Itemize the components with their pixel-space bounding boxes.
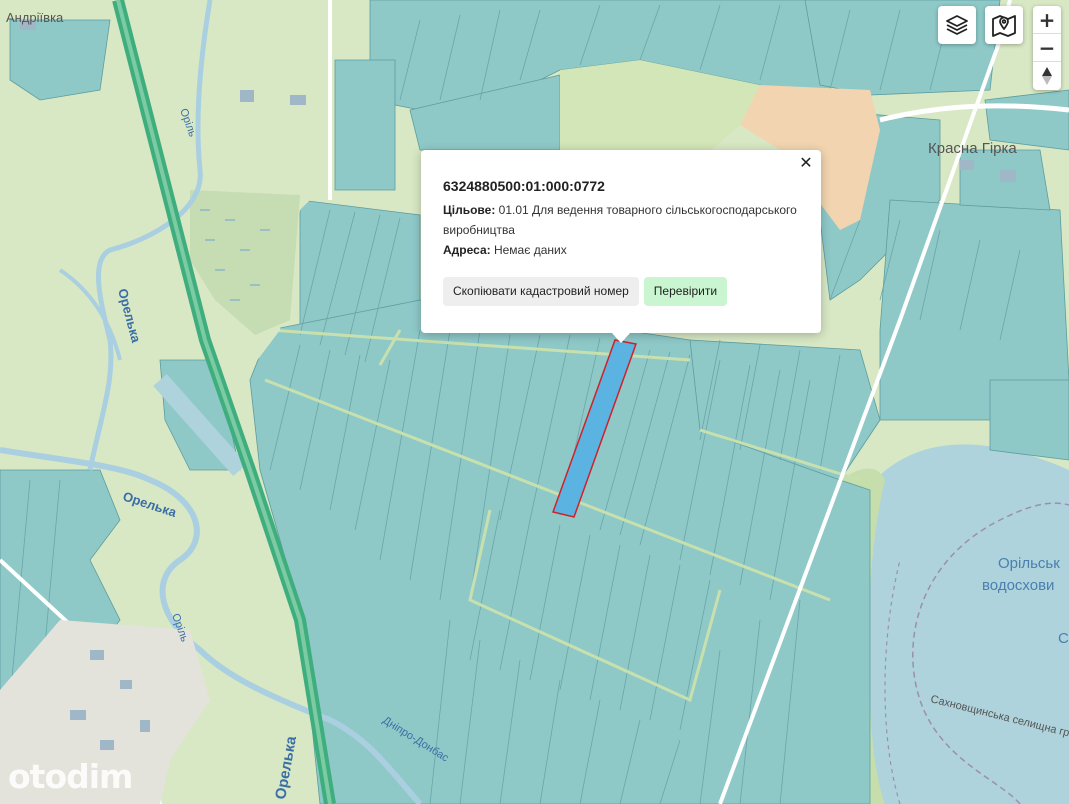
cadastral-number: 6324880500:01:000:0772 xyxy=(443,178,605,194)
copy-cadastral-button[interactable]: Скопіювати кадастровий номер xyxy=(443,277,639,306)
compass-icon xyxy=(1042,67,1052,85)
popup-actions: Скопіювати кадастровий номер Перевірити xyxy=(443,277,728,306)
layers-icon xyxy=(946,15,968,35)
map-canvas[interactable]: Андріївка Красна Гірка Оріль Орелька Оре… xyxy=(0,0,1069,804)
label-village-right: Красна Гірка xyxy=(928,140,1017,157)
label-reservoir-1: Орільськ xyxy=(998,555,1060,572)
popup-tip xyxy=(611,332,631,343)
compass-button[interactable] xyxy=(1033,62,1061,90)
close-icon[interactable]: ✕ xyxy=(797,154,815,172)
map-view-button[interactable] xyxy=(985,6,1023,44)
purpose-row: Цільове: 01.01 Для ведення товарного сіл… xyxy=(443,200,799,240)
zoom-out-button[interactable]: − xyxy=(1033,34,1061,62)
label-village-top-left: Андріївка xyxy=(6,10,64,25)
check-button[interactable]: Перевірити xyxy=(643,277,728,306)
zoom-in-button[interactable]: + xyxy=(1033,6,1061,34)
label-edge-letter: С xyxy=(1058,630,1069,647)
purpose-value: 01.01 Для ведення товарного сільськогосп… xyxy=(443,203,797,237)
map-marker-icon xyxy=(992,15,1016,37)
address-label: Адреса: xyxy=(443,243,491,257)
reservoir-water xyxy=(857,444,1069,804)
parcel-popup: ✕ 6324880500:01:000:0772 Цільове: 01.01 … xyxy=(421,150,821,333)
zoom-controls: + − xyxy=(1033,6,1061,90)
address-value: Немає даних xyxy=(493,243,567,257)
purpose-label: Цільове: xyxy=(443,203,496,217)
address-row: Адреса: Немає даних xyxy=(443,240,799,260)
watermark: otodim xyxy=(8,757,133,796)
layers-button[interactable] xyxy=(938,6,976,44)
label-reservoir-2: водосхови xyxy=(982,577,1054,594)
